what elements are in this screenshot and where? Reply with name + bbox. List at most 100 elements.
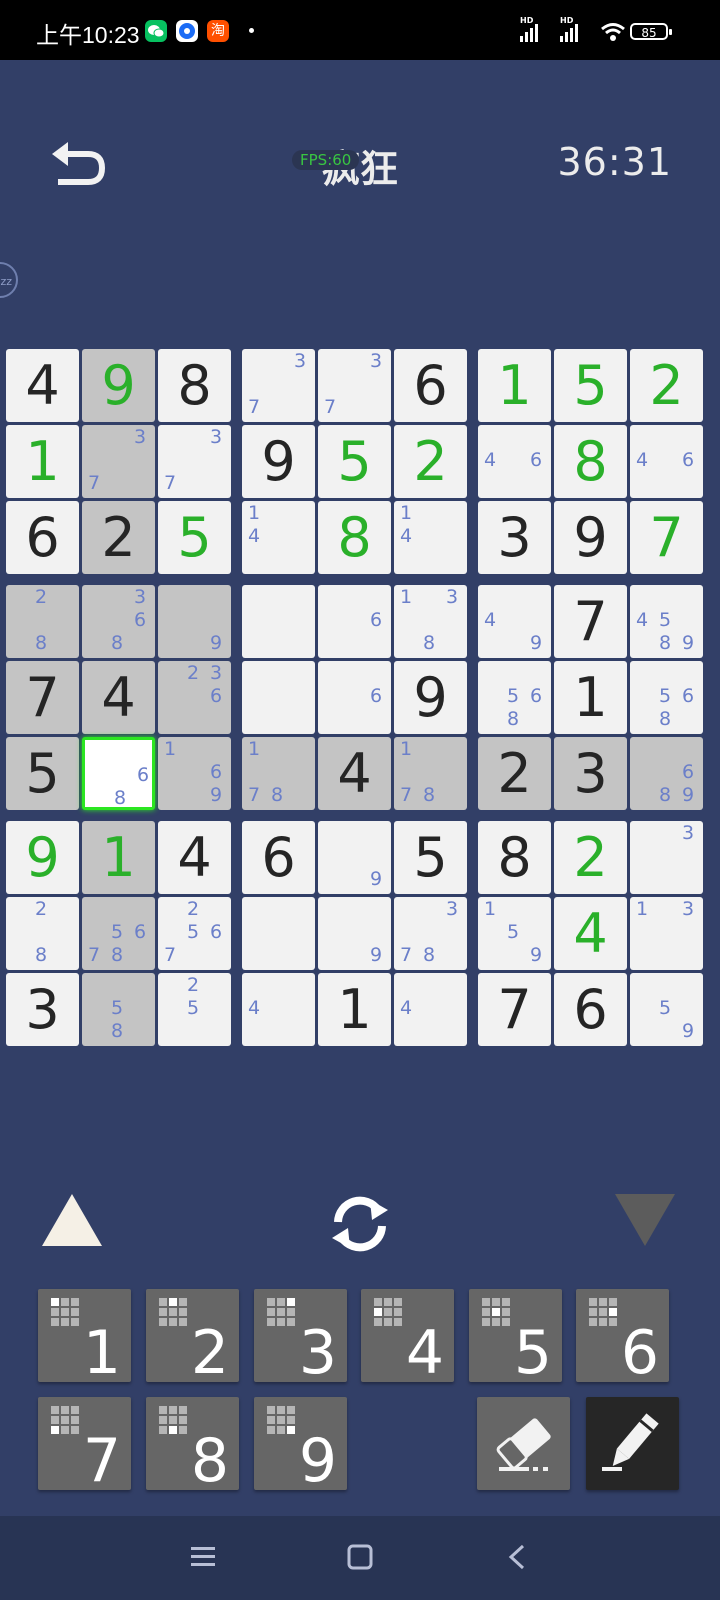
sudoku-cell[interactable]: 58	[82, 973, 155, 1046]
sudoku-cell[interactable]: 37	[82, 425, 155, 498]
sudoku-cell[interactable]: 9	[394, 661, 467, 734]
sudoku-cell[interactable]: 37	[158, 425, 231, 498]
sudoku-cell[interactable]: 28	[6, 897, 79, 970]
floating-bubble[interactable]: zz	[0, 262, 18, 298]
sudoku-cell[interactable]: 1 78	[242, 737, 315, 810]
down-button[interactable]	[613, 1192, 677, 1248]
sudoku-cell[interactable]: 9	[242, 425, 315, 498]
sudoku-cell[interactable]: 5	[6, 737, 79, 810]
sudoku-cell[interactable]: 7	[630, 501, 703, 574]
sudoku-cell[interactable]	[242, 585, 315, 658]
sudoku-cell[interactable]: 6	[554, 973, 627, 1046]
sudoku-cell[interactable]: 1 78	[394, 737, 467, 810]
sudoku-cell[interactable]: 46	[630, 425, 703, 498]
sudoku-cell[interactable]: 5	[554, 349, 627, 422]
sudoku-cell[interactable]: 568	[630, 661, 703, 734]
digit-key-4[interactable]: 4	[361, 1289, 454, 1388]
eraser-button[interactable]	[477, 1397, 570, 1490]
sudoku-cell[interactable]: 1 3 8	[394, 585, 467, 658]
sudoku-cell[interactable]: 1 69	[158, 737, 231, 810]
sudoku-cell[interactable]: 8	[478, 821, 551, 894]
sudoku-cell[interactable]: 1	[318, 973, 391, 1046]
sudoku-cell[interactable]: 8	[158, 349, 231, 422]
sudoku-cell[interactable]: 6	[242, 821, 315, 894]
sudoku-cell[interactable]: 689	[630, 737, 703, 810]
sudoku-cell[interactable]: 4	[82, 661, 155, 734]
sudoku-cell[interactable]: 8	[318, 501, 391, 574]
sudoku-cell[interactable]: 28	[6, 585, 79, 658]
sudoku-cell[interactable]: 6	[318, 661, 391, 734]
sudoku-cell[interactable]: 4	[6, 349, 79, 422]
sudoku-cell[interactable]: 5	[158, 501, 231, 574]
sudoku-cell[interactable]: 256 7	[158, 897, 231, 970]
digit-key-2[interactable]: 2	[146, 1289, 239, 1388]
sudoku-cell[interactable]: 37	[242, 349, 315, 422]
sudoku-cell[interactable]: 4	[554, 897, 627, 970]
up-button[interactable]	[40, 1192, 104, 1248]
sudoku-cell[interactable]	[242, 897, 315, 970]
sudoku-cell[interactable]: 2	[478, 737, 551, 810]
sudoku-cell[interactable]: 3	[6, 973, 79, 1046]
sudoku-cell[interactable]: 9	[318, 897, 391, 970]
sudoku-cell[interactable]: 568	[478, 661, 551, 734]
sudoku-cell[interactable]: 37	[318, 349, 391, 422]
sudoku-cell[interactable]: 2	[554, 821, 627, 894]
sudoku-cell[interactable]: 7	[554, 585, 627, 658]
home-icon[interactable]	[347, 1544, 373, 1574]
sudoku-cell[interactable]: 2	[394, 425, 467, 498]
back-nav-icon[interactable]	[505, 1544, 531, 1574]
refresh-button[interactable]	[324, 1188, 396, 1260]
sudoku-cell[interactable]: 59	[630, 973, 703, 1046]
sudoku-cell[interactable]: 5	[318, 425, 391, 498]
menu-icon[interactable]	[190, 1544, 216, 1574]
sudoku-cell[interactable]: 4589	[630, 585, 703, 658]
sudoku-cell[interactable]: 5	[394, 821, 467, 894]
sudoku-cell[interactable]: 1	[6, 425, 79, 498]
sudoku-cell[interactable]: 4	[394, 973, 467, 1046]
sudoku-cell[interactable]: 14	[242, 501, 315, 574]
pencil-button[interactable]	[586, 1397, 679, 1490]
candidate-note: 6	[681, 685, 695, 707]
sudoku-cell[interactable]: 2	[82, 501, 155, 574]
sudoku-cell[interactable]: 68	[82, 737, 155, 810]
sudoku-cell[interactable]: 9	[6, 821, 79, 894]
sudoku-cell[interactable]: 4	[318, 737, 391, 810]
digit-key-7[interactable]: 7	[38, 1397, 131, 1496]
sudoku-cell[interactable]: 7	[6, 661, 79, 734]
digit-key-1[interactable]: 1	[38, 1289, 131, 1388]
sudoku-cell[interactable]: 1	[554, 661, 627, 734]
sudoku-cell[interactable]: 3	[630, 821, 703, 894]
sudoku-cell[interactable]: 13	[630, 897, 703, 970]
sudoku-cell[interactable]: 1	[82, 821, 155, 894]
sudoku-cell[interactable]: 25	[158, 973, 231, 1046]
digit-key-6[interactable]: 6	[576, 1289, 669, 1388]
sudoku-cell[interactable]: 2	[630, 349, 703, 422]
sudoku-cell[interactable]: 6	[394, 349, 467, 422]
sudoku-cell[interactable]: 3	[478, 501, 551, 574]
sudoku-cell[interactable]: 9	[82, 349, 155, 422]
sudoku-cell[interactable]: 159	[478, 897, 551, 970]
sudoku-cell[interactable]: 6	[318, 585, 391, 658]
sudoku-cell[interactable]: 4	[158, 821, 231, 894]
sudoku-cell[interactable]: 7	[478, 973, 551, 1046]
digit-key-5[interactable]: 5	[469, 1289, 562, 1388]
sudoku-cell[interactable]: 9	[318, 821, 391, 894]
sudoku-cell[interactable]: 56 78	[82, 897, 155, 970]
sudoku-cell[interactable]: 3	[554, 737, 627, 810]
digit-key-9[interactable]: 9	[254, 1397, 347, 1496]
sudoku-cell[interactable]: 46	[478, 425, 551, 498]
sudoku-cell[interactable]: 9	[158, 585, 231, 658]
sudoku-cell[interactable]: 236	[158, 661, 231, 734]
sudoku-cell[interactable]	[242, 661, 315, 734]
sudoku-cell[interactable]: 368	[82, 585, 155, 658]
sudoku-cell[interactable]: 6	[6, 501, 79, 574]
sudoku-cell[interactable]: 3 78	[394, 897, 467, 970]
sudoku-cell[interactable]: 8	[554, 425, 627, 498]
sudoku-cell[interactable]: 1	[478, 349, 551, 422]
sudoku-cell[interactable]: 49	[478, 585, 551, 658]
sudoku-cell[interactable]: 4	[242, 973, 315, 1046]
sudoku-cell[interactable]: 14	[394, 501, 467, 574]
sudoku-cell[interactable]: 9	[554, 501, 627, 574]
digit-key-3[interactable]: 3	[254, 1289, 347, 1388]
digit-key-8[interactable]: 8	[146, 1397, 239, 1496]
